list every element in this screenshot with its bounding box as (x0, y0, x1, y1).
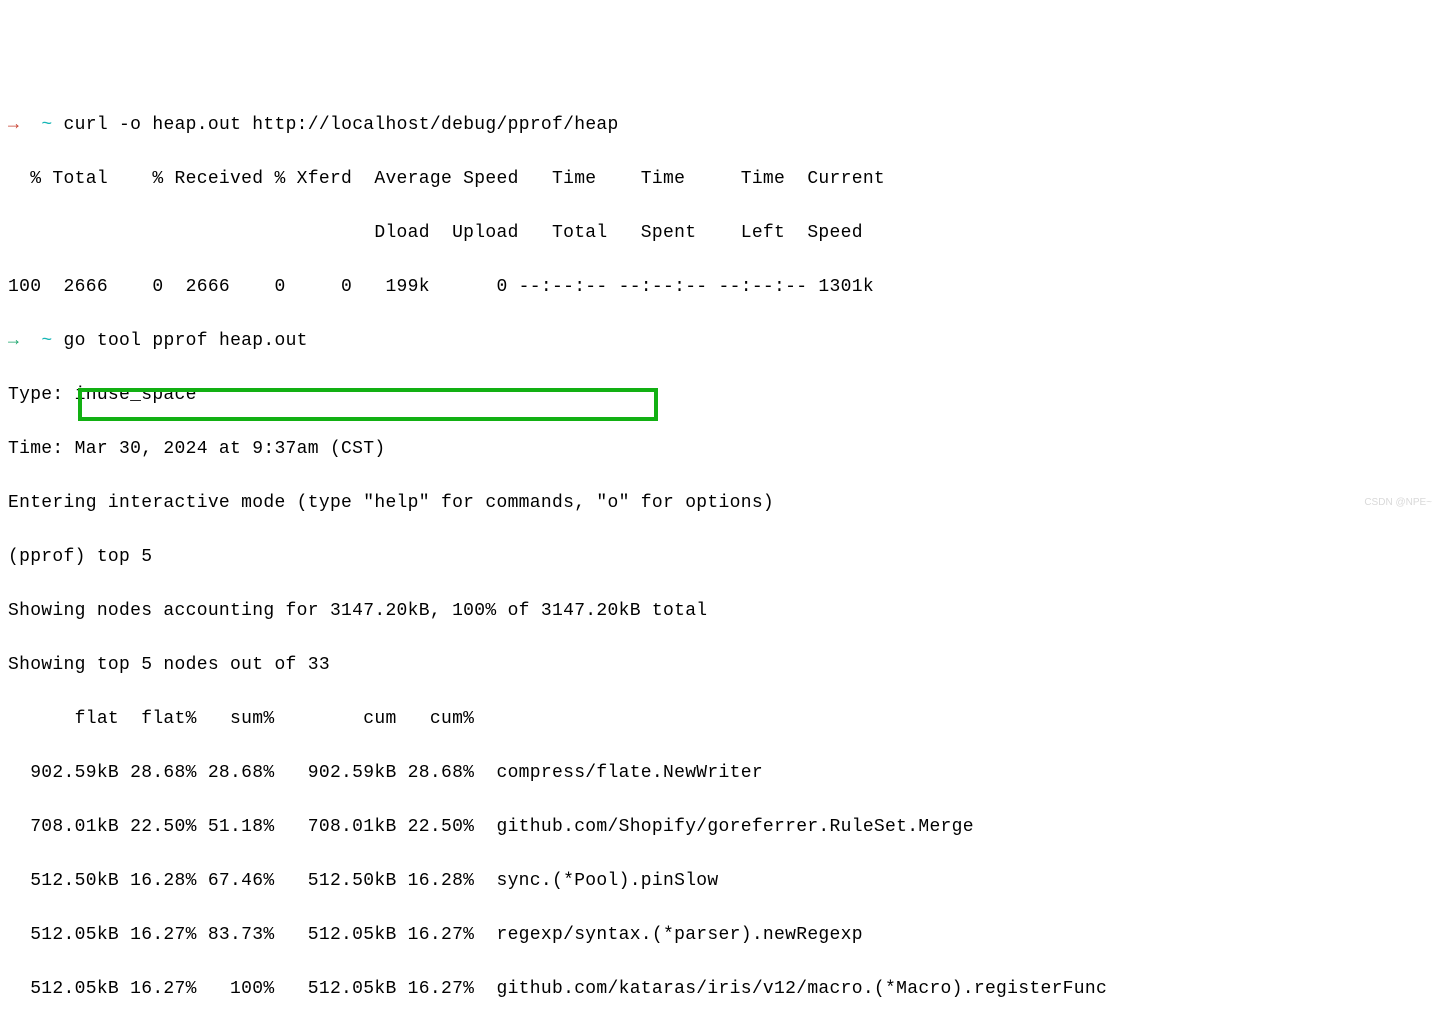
curl-progress: 100 2666 0 2666 0 0 199k 0 --:--:-- --:-… (8, 274, 1430, 301)
command-line-1: → ~ curl -o heap.out http://localhost/de… (8, 112, 1430, 139)
pprof-top5-cmd: (pprof) top 5 (8, 544, 1430, 571)
pprof-mode: Entering interactive mode (type "help" f… (8, 490, 1430, 517)
terminal-output[interactable]: → ~ curl -o heap.out http://localhost/de… (8, 85, 1430, 1028)
table-row: 512.05kB 16.27% 100% 512.05kB 16.27% git… (8, 976, 1430, 1003)
pprof-time: Time: Mar 30, 2024 at 9:37am (CST) (8, 436, 1430, 463)
prompt-tilde-icon: ~ (41, 115, 52, 135)
prompt-arrow-icon: → (8, 115, 19, 135)
pprof-showing-2: Showing top 5 nodes out of 33 (8, 652, 1430, 679)
command-text: go tool pprof heap.out (64, 331, 308, 351)
prompt-tilde-icon: ~ (41, 331, 52, 351)
command-line-2: → ~ go tool pprof heap.out (8, 328, 1430, 355)
table-row: 512.50kB 16.28% 67.46% 512.50kB 16.28% s… (8, 868, 1430, 895)
pprof-showing-1: Showing nodes accounting for 3147.20kB, … (8, 598, 1430, 625)
curl-header-1: % Total % Received % Xferd Average Speed… (8, 166, 1430, 193)
curl-header-2: Dload Upload Total Spent Left Speed (8, 220, 1430, 247)
prompt-arrow-icon: → (8, 331, 19, 351)
table-row: 512.05kB 16.27% 83.73% 512.05kB 16.27% r… (8, 922, 1430, 949)
table-row: 708.01kB 22.50% 51.18% 708.01kB 22.50% g… (8, 814, 1430, 841)
pprof-type: Type: inuse_space (8, 382, 1430, 409)
table-header-row: flat flat% sum% cum cum% (8, 706, 1430, 733)
table-row: 902.59kB 28.68% 28.68% 902.59kB 28.68% c… (8, 760, 1430, 787)
watermark-label: CSDN @NPE~ (1364, 495, 1432, 510)
command-text: curl -o heap.out http://localhost/debug/… (64, 115, 619, 135)
